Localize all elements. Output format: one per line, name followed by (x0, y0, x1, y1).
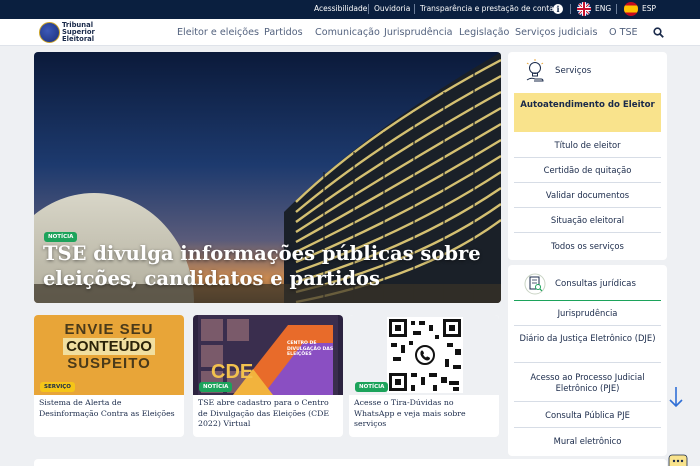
card-text[interactable]: Sistema de Alerta de Desinformação Contr… (39, 398, 181, 419)
divider (616, 4, 617, 14)
card-text[interactable]: Acesse o Tira-Dúvidas no WhatsApp e veja… (354, 398, 496, 430)
consulta-publica-pje[interactable]: Consulta Pública PJE (514, 410, 661, 421)
divider (514, 300, 661, 301)
main-header: Tribunal Superior Eleitoral Eleitor e el… (0, 19, 700, 46)
nav-jurisprudencia[interactable]: Jurisprudência (384, 27, 453, 38)
scroll-down-arrow-icon[interactable] (669, 386, 683, 408)
logo-text[interactable]: Tribunal Superior Eleitoral (62, 21, 102, 44)
top-utility-bar: Acessibilidade Ouvidoria Transparência e… (0, 0, 700, 19)
search-icon[interactable] (653, 27, 664, 38)
consulta-pje[interactable]: Acesso ao Processo Judicial Eletrônico (… (514, 372, 661, 394)
nav-comunicacao[interactable]: Comunicação (315, 27, 380, 38)
nav-servicos-judiciais[interactable]: Serviços judiciais (515, 27, 597, 38)
nav-eleitor-eleicoes[interactable]: Eleitor e eleições (177, 27, 259, 38)
servicos-title: Serviços (555, 66, 592, 76)
nav-partidos[interactable]: Partidos (264, 27, 303, 38)
service-badge: SERVIÇO (40, 382, 75, 392)
servico-validar-documentos[interactable]: Validar documentos (514, 190, 661, 201)
card-text[interactable]: TSE abre cadastro para o Centro de Divul… (198, 398, 340, 430)
document-search-icon (524, 273, 546, 295)
divider (514, 157, 661, 158)
divider (570, 4, 571, 14)
divider (514, 401, 661, 402)
consulta-mural-eletronico[interactable]: Mural eletrônico (514, 436, 661, 447)
cde-big-text: CDE (211, 361, 254, 383)
divider (514, 427, 661, 428)
consultas-panel: Consultas jurídicas Jurisprudência Diári… (508, 265, 667, 456)
lightbulb-hand-icon (526, 59, 544, 82)
divider (514, 182, 661, 183)
consulta-jurisprudencia[interactable]: Jurisprudência (514, 308, 661, 319)
link-ouvidoria[interactable]: Ouvidoria (374, 4, 410, 13)
servicos-header: Serviços (508, 52, 667, 90)
tse-logo-icon[interactable] (39, 22, 60, 43)
servico-situacao-eleitoral[interactable]: Situação eleitoral (514, 215, 661, 226)
lang-esp[interactable]: ESP (642, 4, 656, 13)
lang-eng[interactable]: ENG (595, 4, 611, 13)
next-section-strip (34, 459, 667, 466)
consultas-title: Consultas jurídicas (555, 279, 636, 289)
nav-legislacao[interactable]: Legislação (459, 27, 509, 38)
info-icon[interactable]: i (553, 4, 563, 14)
servico-todos[interactable]: Todos os serviços (514, 241, 661, 252)
spain-flag-icon[interactable] (624, 2, 638, 16)
servico-titulo-eleitor[interactable]: Título de eleitor (514, 140, 661, 151)
envie-seu-banner: ENVIE SEU CONTEÚDO SUSPEITO (63, 321, 155, 372)
news-badge: NOTÍCIA (355, 382, 389, 392)
consulta-dje[interactable]: Diário da Justiça Eletrônico (DJE) (514, 333, 661, 344)
servicos-panel: Serviços Autoatendimento do Eleitor Títu… (508, 52, 667, 260)
divider (514, 325, 661, 326)
uk-flag-icon[interactable] (577, 2, 591, 16)
chat-icon[interactable] (668, 454, 688, 466)
autoatendimento-button[interactable]: Autoatendimento do Eleitor (514, 93, 661, 132)
divider (514, 232, 661, 233)
link-acessibilidade[interactable]: Acessibilidade (314, 4, 367, 13)
servico-certidao-quitacao[interactable]: Certidão de quitação (514, 165, 661, 176)
hero-banner[interactable]: NOTÍCIA TSE divulga informações públicas… (34, 52, 501, 303)
divider (414, 4, 415, 14)
divider (514, 362, 661, 363)
news-badge: NOTÍCIA (199, 382, 233, 392)
link-transparencia[interactable]: Transparência e prestação de contas (420, 4, 558, 13)
divider (368, 4, 369, 14)
card-alerta-desinformacao[interactable]: ENVIE SEU CONTEÚDO SUSPEITO SERVIÇO Sist… (34, 315, 184, 437)
divider (514, 207, 661, 208)
card-cde-2022[interactable]: CDE CENTRO DE DIVULGAÇÃO DAS ELEIÇÕES NO… (193, 315, 343, 437)
cde-small-text: CENTRO DE DIVULGAÇÃO DAS ELEIÇÕES (287, 341, 334, 358)
card-whatsapp[interactable]: NOTÍCIA Acesse o Tira-Dúvidas no WhatsAp… (349, 315, 499, 437)
nav-o-tse[interactable]: O TSE (609, 27, 638, 38)
hero-title[interactable]: TSE divulga informações públicas sobre e… (43, 241, 493, 291)
consultas-header: Consultas jurídicas (508, 265, 667, 303)
